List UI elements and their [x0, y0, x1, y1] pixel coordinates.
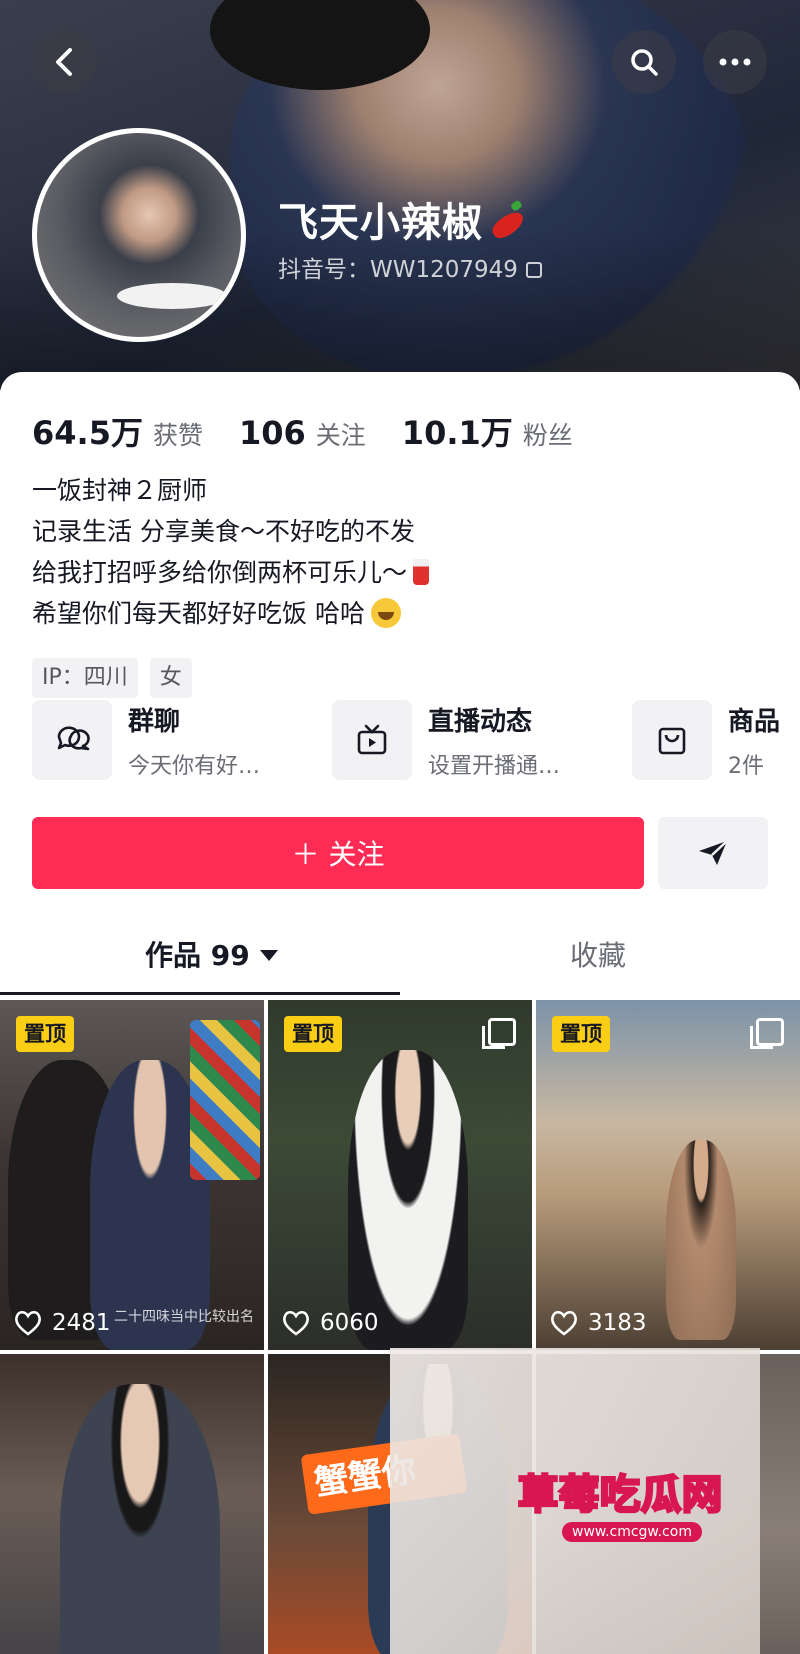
thumbnail-figure — [60, 1384, 220, 1654]
chili-pepper-icon — [488, 207, 528, 243]
tab-indicator — [0, 992, 400, 995]
video-thumbnail[interactable]: 置顶 6060 — [268, 1000, 532, 1350]
thumbnail-figure — [190, 1020, 260, 1180]
bio-line: 记录生活 分享美食～不好吃的不发 — [32, 517, 415, 546]
feature-title: 直播动态 — [428, 706, 533, 737]
ip-location-tag: IP：四川 — [32, 658, 138, 698]
tv-icon — [332, 700, 412, 780]
thumbnail-figure — [348, 1050, 468, 1350]
multi-image-icon — [750, 1018, 784, 1049]
stat-label: 粉丝 — [522, 421, 573, 450]
nickname-text: 飞天小辣椒 — [278, 200, 483, 246]
bio-text: 希望你们每天都好好吃饭 哈哈 — [32, 599, 365, 628]
feature-products[interactable]: 商品 2件 — [632, 700, 780, 780]
back-button[interactable] — [33, 30, 97, 94]
stat-followers[interactable]: 10.1万 粉丝 — [402, 408, 573, 454]
stats-row: 64.5万 获赞 106 关注 10.1万 粉丝 — [32, 408, 609, 454]
cola-cup-icon — [413, 559, 430, 585]
smile-emoji-icon — [370, 598, 401, 628]
video-thumbnail[interactable] — [0, 1354, 264, 1654]
video-thumbnail[interactable]: 置顶 二十四味当中比较出名 2481 — [0, 1000, 264, 1350]
watermark-text: 草莓吃瓜网 — [517, 1471, 724, 1520]
send-message-button[interactable] — [658, 817, 768, 889]
like-count-value: 6060 — [320, 1310, 379, 1336]
copy-icon[interactable] — [525, 262, 542, 278]
pinned-badge: 置顶 — [552, 1016, 610, 1052]
watermark-url: www.cmcgw.com — [562, 1522, 702, 1542]
thumbnail-figure — [666, 1140, 736, 1340]
avatar-detail — [117, 283, 227, 309]
shopping-bag-icon — [632, 700, 712, 780]
tab-works-label: 作品 99 — [145, 939, 250, 972]
follow-button[interactable]: ＋ 关注 — [32, 817, 644, 889]
douyin-id[interactable]: 抖音号：WW1207949 — [278, 250, 542, 284]
like-count-value: 3183 — [588, 1310, 647, 1336]
search-icon — [631, 49, 658, 76]
feature-shortcuts: 群聊 今天你有好… 直播动态 设置开播通… 商品 2件 — [32, 700, 800, 790]
more-button[interactable] — [703, 30, 767, 94]
gender-tag: 女 — [149, 658, 192, 698]
heart-icon — [551, 1310, 577, 1336]
bio-line: 希望你们每天都好好吃饭 哈哈 — [32, 593, 429, 634]
bio-line: 一饭封神２厨师 — [32, 476, 208, 505]
stat-value: 10.1万 — [401, 414, 513, 452]
tab-favorites-label: 收藏 — [570, 939, 627, 972]
feature-live-updates[interactable]: 直播动态 设置开播通… — [332, 700, 560, 780]
chevron-left-icon — [56, 48, 72, 76]
content-tabs: 作品 99 收藏 — [0, 924, 800, 996]
heart-icon — [283, 1310, 309, 1336]
like-count: 3183 — [550, 1310, 647, 1336]
bio-text: 给我打招呼多给你倒两杯可乐儿～ — [32, 558, 408, 587]
pinned-badge: 置顶 — [284, 1016, 342, 1052]
stat-value: 106 — [238, 414, 306, 452]
profile-tags: IP：四川 女 — [32, 658, 204, 698]
douyin-id-text: 抖音号：WW1207949 — [278, 257, 518, 283]
like-count: 2481 — [14, 1310, 111, 1336]
nickname: 飞天小辣椒 — [278, 190, 528, 248]
feature-subtitle: 设置开播通… — [428, 753, 561, 779]
feature-subtitle: 今天你有好… — [128, 753, 261, 779]
group-chat-icon — [32, 700, 112, 780]
follow-button-label: ＋ 关注 — [291, 838, 385, 871]
feature-title: 群聊 — [128, 706, 181, 737]
stat-label: 关注 — [315, 421, 366, 450]
video-thumbnail[interactable]: 置顶 3183 — [536, 1000, 800, 1350]
feature-group-chat[interactable]: 群聊 今天你有好… — [32, 700, 260, 780]
pinned-badge: 置顶 — [16, 1016, 74, 1052]
stat-likes[interactable]: 64.5万 获赞 — [32, 408, 203, 454]
like-count-value: 2481 — [52, 1310, 111, 1336]
tab-works[interactable]: 作品 99 — [145, 934, 278, 974]
search-button[interactable] — [612, 30, 676, 94]
stat-value: 64.5万 — [32, 414, 143, 452]
feature-subtitle: 2件 — [728, 753, 764, 779]
bio: 一饭封神２厨师 记录生活 分享美食～不好吃的不发 给我打招呼多给你倒两杯可乐儿～… — [32, 470, 430, 634]
heart-icon — [15, 1310, 41, 1336]
feature-title: 商品 — [728, 706, 781, 737]
like-count: 6060 — [282, 1310, 379, 1336]
stat-following[interactable]: 106 关注 — [239, 414, 366, 452]
multi-image-icon — [482, 1018, 516, 1049]
more-dots-icon — [719, 58, 751, 66]
paper-plane-icon — [699, 840, 728, 865]
avatar[interactable] — [32, 128, 246, 342]
stat-label: 获赞 — [152, 421, 203, 450]
bio-line: 给我打招呼多给你倒两杯可乐儿～ — [32, 552, 430, 593]
tab-favorites[interactable]: 收藏 — [570, 934, 626, 974]
watermark: 草莓吃瓜网 www.cmcgw.com — [517, 1462, 778, 1562]
caret-down-icon — [259, 950, 278, 961]
